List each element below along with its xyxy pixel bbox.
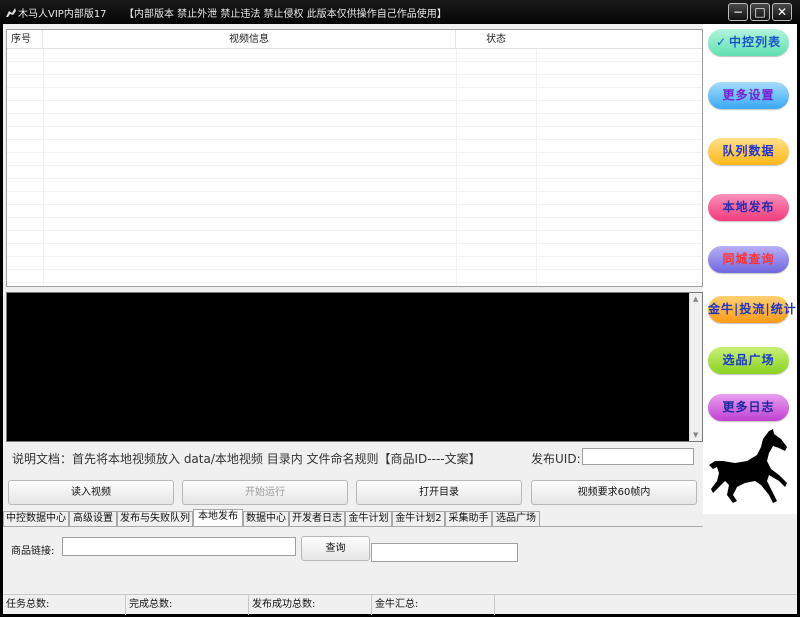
app-logo-icon <box>6 8 16 17</box>
tab-local-publish[interactable]: 本地发布 <box>193 509 243 527</box>
column-header-video-info[interactable]: 视频信息 <box>43 30 456 49</box>
start-run-button[interactable]: 开始运行 <box>182 480 348 505</box>
status-jinniu-summary: 金牛汇总: <box>372 595 495 615</box>
video-table[interactable]: 序号 视频信息 状态 <box>6 29 703 287</box>
tab-jinniu-plan[interactable]: 金牛计划 <box>345 511 392 526</box>
sidebar-item-label: 更多设置 <box>722 88 775 102</box>
scroll-up-icon[interactable]: ▲ <box>693 295 698 303</box>
tab-developer-log[interactable]: 开发者日志 <box>289 511 345 526</box>
tab-product-plaza[interactable]: 选品广场 <box>492 511 540 526</box>
video-requirement-button[interactable]: 视频要求60帧内 <box>531 480 697 505</box>
sidebar-control-list-button[interactable]: ✓ 中控列表 <box>708 29 789 56</box>
sidebar-queue-data-button[interactable]: 队列数据 <box>708 138 789 165</box>
query-button[interactable]: 查询 <box>301 536 370 561</box>
minimize-button[interactable]: − <box>728 3 748 21</box>
column-divider <box>456 49 457 286</box>
log-console[interactable]: ▲ ▼ <box>6 292 703 442</box>
sidebar-jinniu-stats-button[interactable]: 金牛|投流|统计 <box>708 296 796 323</box>
sidebar-product-plaza-button[interactable]: 选品广场 <box>708 347 789 374</box>
sidebar-city-query-button[interactable]: 同城查询 <box>708 246 789 273</box>
check-icon: ✓ <box>715 35 728 49</box>
column-divider <box>536 49 537 286</box>
tab-advanced-settings[interactable]: 高级设置 <box>69 511 117 526</box>
table-body[interactable] <box>7 49 702 286</box>
status-total-tasks: 任务总数: <box>3 595 126 615</box>
sidebar-item-label: 同城查询 <box>722 252 775 266</box>
sidebar-item-label: 本地发布 <box>722 200 775 214</box>
sidebar-item-label: 中控列表 <box>729 35 782 49</box>
tab-collection-assistant[interactable]: 采集助手 <box>445 511 492 526</box>
column-header-status[interactable]: 状态 <box>456 30 536 49</box>
sidebar-item-label: 选品广场 <box>722 353 775 367</box>
query-result-field[interactable] <box>371 543 518 562</box>
tab-panel-divider <box>3 526 703 527</box>
sidebar-more-logs-button[interactable]: 更多日志 <box>708 394 789 421</box>
tab-publish-fail-queue[interactable]: 发布与失败队列 <box>117 511 193 526</box>
maximize-button[interactable]: □ <box>750 3 770 21</box>
window-notice: 【内部版本 禁止外泄 禁止违法 禁止侵权 此版本仅供操作自己作品使用】 <box>124 9 447 20</box>
window-title: 木马人VIP内部版17 <box>18 9 107 20</box>
tab-data-center[interactable]: 数据中心 <box>243 511 289 526</box>
sidebar-item-label: 金牛|投流|统计 <box>708 302 797 316</box>
doc-instructions: 说明文档：首先将本地视频放入 data/本地视频 目录内 文件命名规则【商品ID… <box>12 452 481 466</box>
product-link-label: 商品链接: <box>11 546 55 557</box>
tab-strip: 中控数据中心 高级设置 发布与失败队列 本地发布 数据中心 开发者日志 金牛计划… <box>3 509 563 527</box>
status-completed-total: 完成总数: <box>126 595 249 615</box>
scroll-down-icon[interactable]: ▼ <box>693 431 698 439</box>
table-header: 序号 视频信息 状态 <box>7 30 702 49</box>
horse-logo-icon <box>709 429 787 503</box>
uid-label: 发布UID: <box>531 452 581 466</box>
log-scrollbar[interactable]: ▲ ▼ <box>689 293 702 441</box>
sidebar-local-publish-button[interactable]: 本地发布 <box>708 194 789 221</box>
tab-jinniu-plan-2[interactable]: 金牛计划2 <box>392 511 445 526</box>
title-bar: 木马人VIP内部版17 【内部版本 禁止外泄 禁止违法 禁止侵权 此版本仅供操作… <box>0 0 800 24</box>
status-publish-success-total: 发布成功总数: <box>249 595 372 615</box>
tab-control-data-center[interactable]: 中控数据中心 <box>3 511 69 526</box>
read-video-button[interactable]: 读入视频 <box>8 480 174 505</box>
status-bar: 任务总数: 完成总数: 发布成功总数: 金牛汇总: <box>3 594 797 615</box>
sidebar: ✓ 中控列表更多设置队列数据本地发布同城查询金牛|投流|统计选品广场更多日志 <box>703 24 797 514</box>
column-divider <box>43 49 44 286</box>
sidebar-more-settings-button[interactable]: 更多设置 <box>708 82 789 109</box>
column-header-index[interactable]: 序号 <box>7 30 43 49</box>
sidebar-item-label: 更多日志 <box>722 400 775 414</box>
product-link-input[interactable] <box>62 537 296 556</box>
open-directory-button[interactable]: 打开目录 <box>356 480 522 505</box>
uid-input[interactable] <box>582 448 694 465</box>
sidebar-item-label: 队列数据 <box>722 144 775 158</box>
client-area: 序号 视频信息 状态 ▲ ▼ 说明文档：首先将本地视频放入 data/本地视频 … <box>3 24 797 615</box>
close-button[interactable]: ✕ <box>772 3 792 21</box>
